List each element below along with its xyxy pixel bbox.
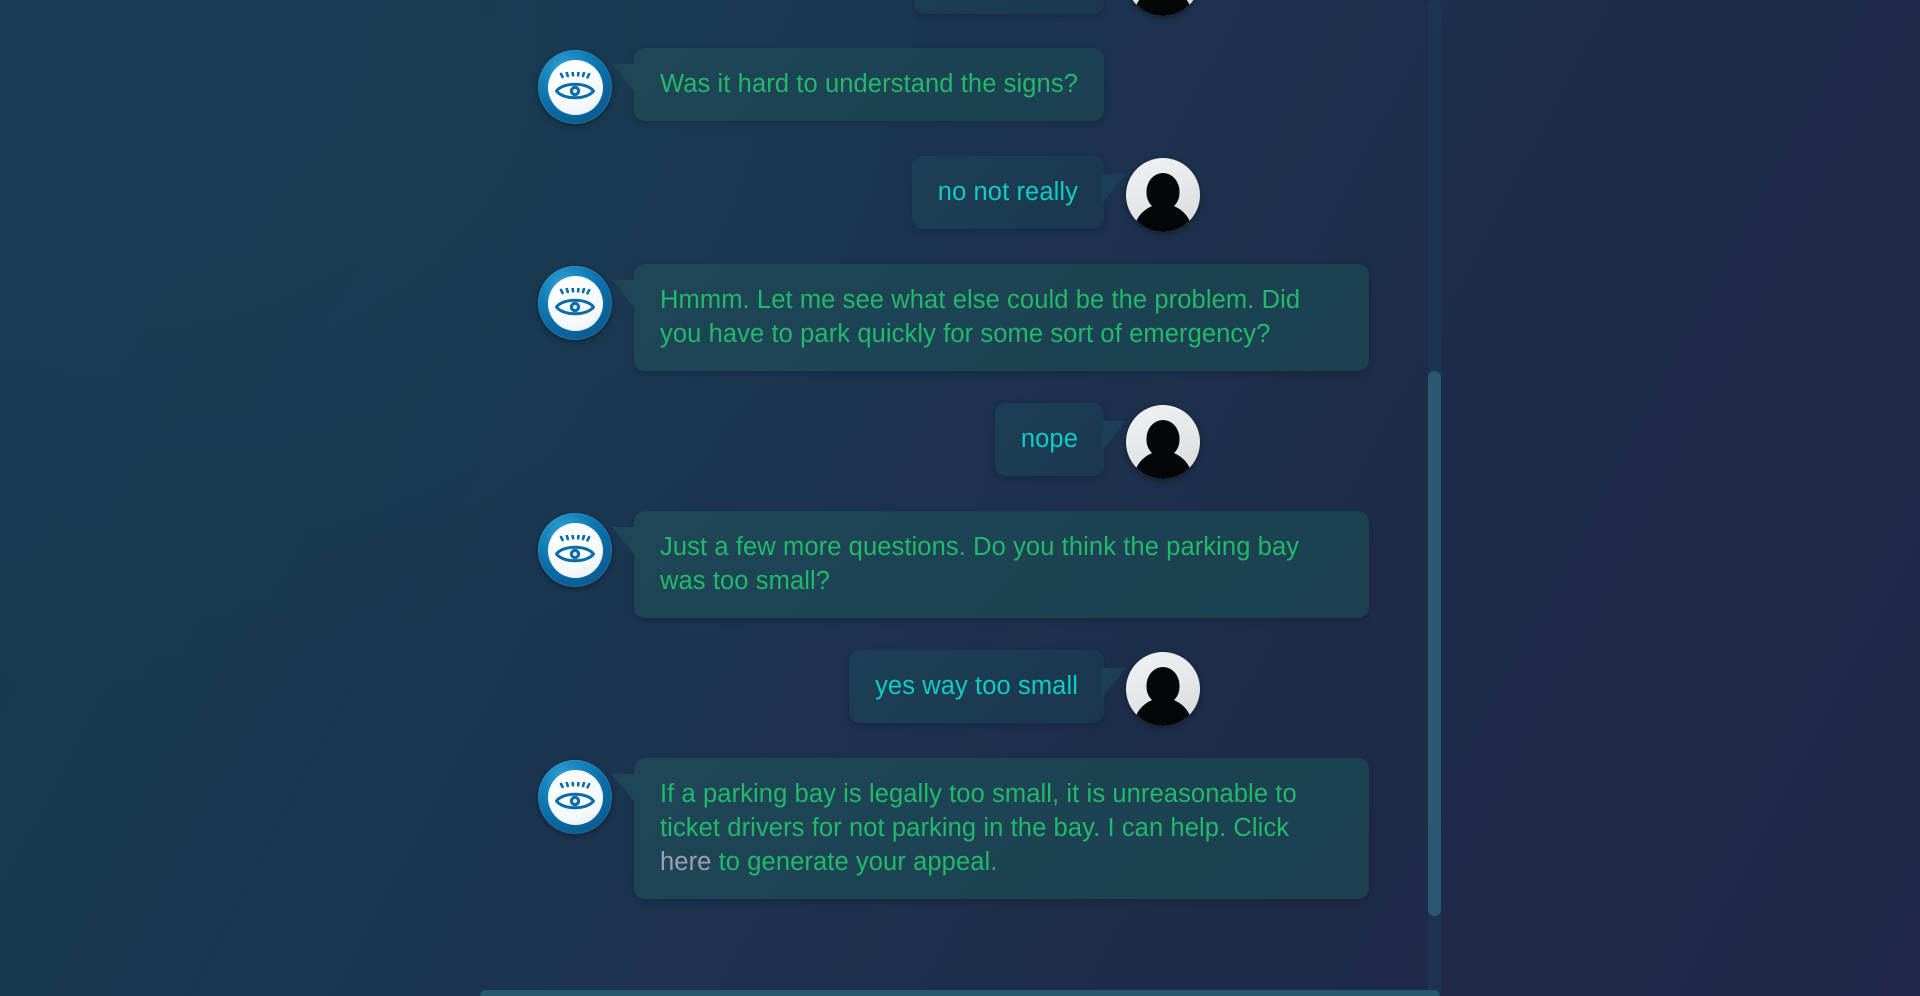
message-text: Hmmm. Let me see what else could be the … bbox=[660, 286, 1301, 348]
message-bubble-user[interactable] bbox=[914, 0, 1104, 14]
message-text: Was it hard to understand the signs? bbox=[660, 70, 1078, 98]
person-silhouette-body bbox=[1133, 698, 1193, 726]
message-row-user-clipped bbox=[0, 0, 1440, 16]
chat-scroll-area[interactable]: Was it hard to understand the signs? no … bbox=[0, 0, 1440, 996]
message-bubble-bot[interactable]: Hmmm. Let me see what else could be the … bbox=[612, 264, 1369, 371]
avatar-bot bbox=[538, 760, 612, 834]
message-row-bot: Was it hard to understand the signs? bbox=[0, 48, 1440, 124]
avatar-bot bbox=[538, 50, 612, 124]
avatar-user bbox=[1126, 405, 1200, 479]
avatar-bot bbox=[538, 513, 612, 587]
eye-icon bbox=[547, 522, 603, 578]
message-bubble-bot-with-link[interactable]: If a parking bay is legally too small, i… bbox=[612, 758, 1369, 899]
chat-scrollbar[interactable] bbox=[1428, 0, 1441, 996]
message-bubble-user[interactable]: no not really bbox=[911, 156, 1127, 229]
message-row-user: yes way too small bbox=[0, 650, 1440, 726]
message-bubble-bot[interactable]: Just a few more questions. Do you think … bbox=[612, 511, 1369, 618]
message-text: nope bbox=[1020, 425, 1078, 453]
message-text-after-link: to generate your appeal. bbox=[711, 848, 998, 876]
eye-icon bbox=[547, 769, 603, 825]
person-silhouette-body bbox=[1133, 451, 1193, 479]
eye-icon bbox=[547, 275, 603, 331]
message-row-user: no not really bbox=[0, 156, 1440, 232]
message-row-bot: Just a few more questions. Do you think … bbox=[0, 511, 1440, 618]
avatar-user bbox=[1126, 652, 1200, 726]
message-bubble-user[interactable]: nope bbox=[994, 403, 1127, 476]
message-composer-edge[interactable] bbox=[480, 990, 1440, 996]
message-bubble-user[interactable]: yes way too small bbox=[849, 650, 1126, 723]
message-row-bot: Hmmm. Let me see what else could be the … bbox=[0, 264, 1440, 371]
message-text: Just a few more questions. Do you think … bbox=[660, 533, 1300, 595]
person-silhouette-body bbox=[1133, 0, 1193, 16]
message-text: yes way too small bbox=[875, 672, 1078, 700]
message-row-bot: If a parking bay is legally too small, i… bbox=[0, 758, 1440, 899]
scrollbar-thumb[interactable] bbox=[1428, 371, 1441, 916]
eye-icon bbox=[547, 59, 603, 115]
avatar-bot bbox=[538, 266, 612, 340]
avatar-user bbox=[1126, 158, 1200, 232]
avatar-user bbox=[1126, 0, 1200, 16]
person-silhouette-body bbox=[1133, 204, 1193, 232]
generate-appeal-link[interactable]: here bbox=[660, 848, 711, 876]
message-text-before-link: If a parking bay is legally too small, i… bbox=[660, 780, 1297, 842]
message-text: no not really bbox=[937, 178, 1078, 206]
message-thread: Was it hard to understand the signs? no … bbox=[0, 0, 1440, 931]
message-row-user: nope bbox=[0, 403, 1440, 479]
message-bubble-bot[interactable]: Was it hard to understand the signs? bbox=[612, 48, 1104, 121]
